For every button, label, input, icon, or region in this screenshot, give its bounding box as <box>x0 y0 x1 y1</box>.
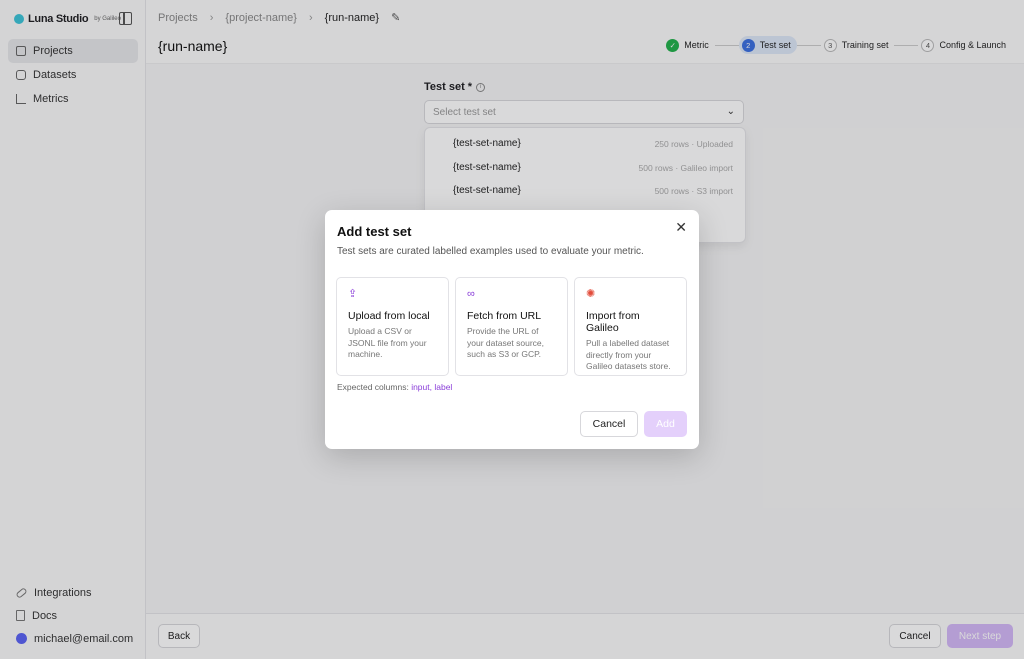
expected-columns-prefix: Expected columns: <box>337 382 412 392</box>
galileo-icon: ✺ <box>586 288 596 300</box>
add-test-set-dialog: ✕ Add test set Test sets are curated lab… <box>325 210 699 449</box>
link-icon: ∞ <box>467 288 475 300</box>
card-description: Provide the URL of your dataset source, … <box>467 326 545 359</box>
upload-icon: ⇪ <box>348 288 358 300</box>
expected-columns: Expected columns: input, label <box>337 382 452 392</box>
dialog-description: Test sets are curated labelled examples … <box>337 246 644 257</box>
dialog-add-button[interactable]: Add <box>644 411 687 437</box>
close-icon[interactable]: ✕ <box>675 220 687 234</box>
card-description: Upload a CSV or JSONL file from your mac… <box>348 326 427 359</box>
dialog-title: Add test set <box>337 224 412 239</box>
column-name: input <box>411 382 430 392</box>
card-title: Upload from local <box>348 310 430 322</box>
fetch-from-url-card[interactable]: ∞ Fetch from URL Provide the URL of your… <box>455 277 568 376</box>
column-name: label <box>434 382 453 392</box>
card-title: Import from Galileo <box>586 310 640 334</box>
import-from-galileo-card[interactable]: ✺ Import from Galileo Pull a labelled da… <box>574 277 687 376</box>
card-title: Fetch from URL <box>467 310 542 322</box>
upload-from-local-card[interactable]: ⇪ Upload from local Upload a CSV or JSON… <box>336 277 449 376</box>
dialog-cancel-button[interactable]: Cancel <box>580 411 638 437</box>
card-description: Pull a labelled dataset directly from yo… <box>586 338 671 371</box>
